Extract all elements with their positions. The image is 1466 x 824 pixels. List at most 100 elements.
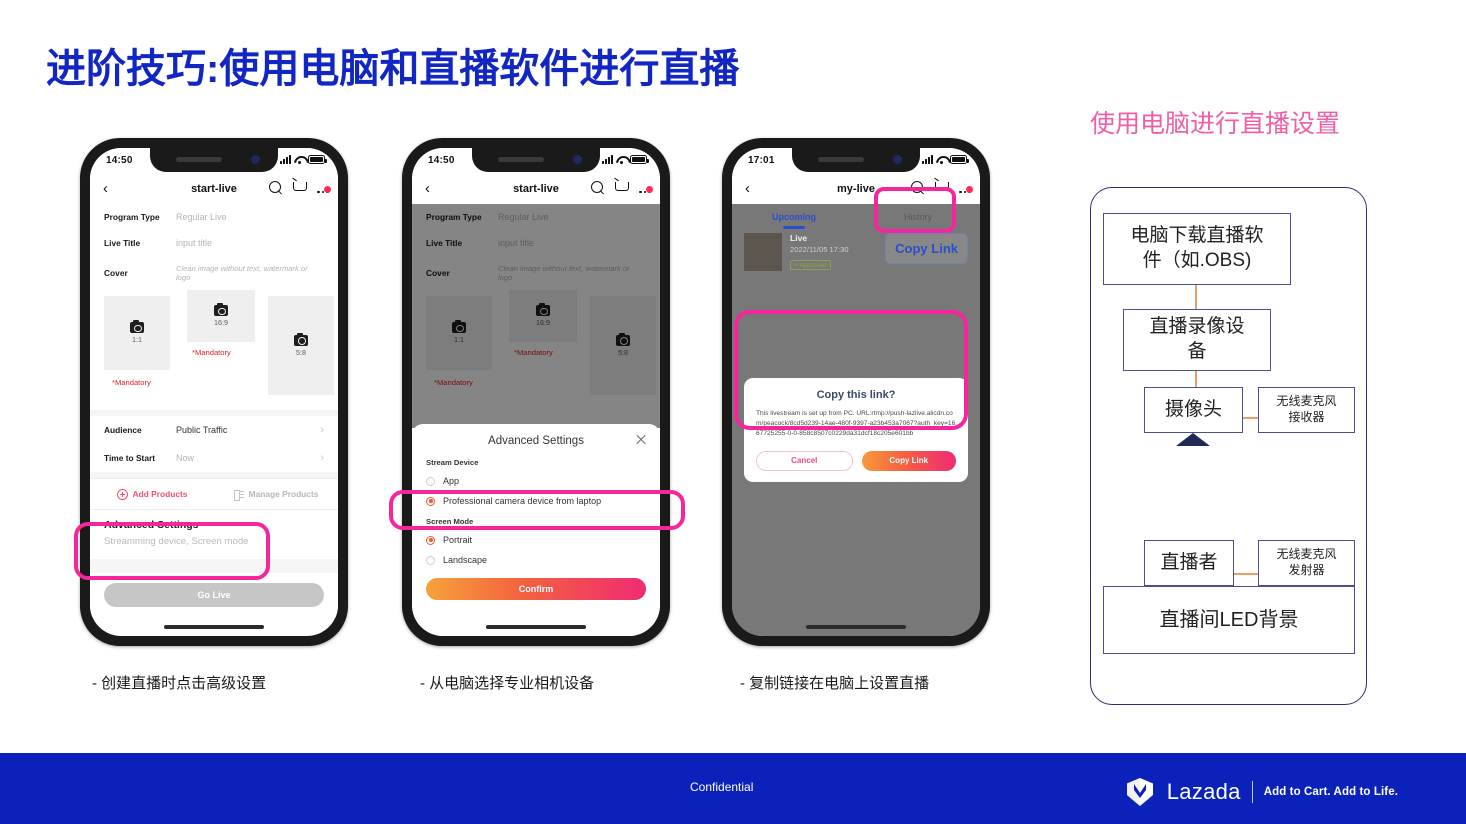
option-landscape[interactable]: Landscape <box>412 550 660 570</box>
nav-bar-3: ‹ my-live <box>732 174 980 204</box>
chevron-right-icon: › <box>320 424 324 436</box>
page-title: 进阶技巧:使用电脑和直播软件进行直播 <box>46 47 740 91</box>
go-live-button[interactable]: Go Live <box>104 583 324 607</box>
front-camera-icon <box>893 155 902 164</box>
copy-link-dialog: Copy this link? This livestream is set u… <box>744 378 968 482</box>
home-indicator <box>164 625 264 629</box>
search-icon[interactable] <box>911 181 925 195</box>
live-thumbnail <box>744 233 782 271</box>
confidential-label: Confidential <box>690 780 754 794</box>
triangle-marker <box>1176 433 1210 446</box>
form-row-live-title[interactable]: Live Title input title <box>90 230 338 256</box>
back-icon[interactable]: ‹ <box>745 180 750 198</box>
back-icon[interactable]: ‹ <box>425 180 430 198</box>
camera-icon <box>214 303 228 316</box>
wifi-icon <box>936 155 947 164</box>
copy-link-confirm-button[interactable]: Copy Link <box>861 450 956 471</box>
mandatory-label: *Mandatory <box>112 378 151 387</box>
cover-1-1[interactable]: 1:1 <box>104 296 170 370</box>
mandatory-label: *Mandatory <box>192 348 231 357</box>
diagram-node-mic-receiver: 无线麦克风 接收器 <box>1258 387 1355 433</box>
group-label-stream-device: Stream Device <box>426 458 479 467</box>
phone-1-screen: 14:50 ‹ start-live Program Type Regular … <box>90 148 338 636</box>
form-body-1: Program Type Regular Live Live Title inp… <box>90 204 338 617</box>
more-icon[interactable] <box>639 185 653 194</box>
cart-icon[interactable] <box>935 181 950 195</box>
node-label: 无线麦克风 接收器 <box>1276 394 1337 424</box>
label: Live Title <box>104 238 141 248</box>
chevron-right-icon: › <box>320 452 324 464</box>
cover-5-8[interactable]: 5:8 <box>268 296 334 395</box>
tab-upcoming[interactable]: Upcoming <box>732 212 856 229</box>
battery-icon <box>630 155 649 164</box>
confirm-button[interactable]: Confirm <box>426 578 646 600</box>
add-products-button[interactable]: Add Products <box>90 479 214 509</box>
option-label: Portrait <box>443 535 473 545</box>
form-row-time-to-start[interactable]: Time to Start Now › <box>90 444 338 472</box>
caption-2: - 从电脑选择专业相机设备 <box>420 675 595 692</box>
diagram-node-streamer: 直播者 <box>1144 540 1234 586</box>
signal-icon <box>602 155 613 164</box>
more-icon[interactable] <box>317 185 331 194</box>
node-label: 摄像头 <box>1164 398 1222 420</box>
diagram-title: 使用电脑进行直播设置 <box>1090 110 1341 138</box>
advanced-settings-title: Advanced Settings <box>104 519 199 531</box>
option-app[interactable]: App <box>412 471 660 491</box>
search-icon[interactable] <box>591 181 605 195</box>
camera-icon <box>130 320 144 333</box>
dialog-actions: Cancel Copy Link <box>756 450 956 471</box>
option-pro-camera[interactable]: Professional camera device from laptop <box>412 491 660 511</box>
notification-badge <box>966 185 973 193</box>
search-icon[interactable] <box>269 181 283 195</box>
status-icons <box>922 155 969 164</box>
option-label: Professional camera device from laptop <box>443 496 602 506</box>
phone-mockup-3: 17:01 ‹ my-live Upcoming History Live 20… <box>722 138 990 646</box>
advanced-settings-entry[interactable]: Advanced Settings Streamming device, Scr… <box>90 510 338 559</box>
cart-icon[interactable] <box>615 181 630 195</box>
copy-link-button[interactable]: Copy Link <box>885 233 968 264</box>
brand-lockup: Lazada Add to Cart. Add to Life. <box>1124 777 1398 807</box>
brand-name: Lazada <box>1166 779 1241 804</box>
live-title: Live <box>790 233 808 243</box>
radio-icon-selected <box>426 496 435 506</box>
node-label: 直播间LED背景 <box>1159 609 1299 631</box>
group-label-screen-mode: Screen Mode <box>426 517 474 526</box>
node-label: 直播录像设 备 <box>1149 316 1245 362</box>
status-time: 14:50 <box>428 155 455 166</box>
battery-icon <box>308 155 327 164</box>
sheet-title: Advanced Settings <box>488 435 584 447</box>
label: Manage Products <box>248 489 319 499</box>
brand-divider <box>1251 781 1253 803</box>
speaker-icon <box>498 157 544 162</box>
status-time: 14:50 <box>106 155 133 166</box>
manage-products-button[interactable]: Manage Products <box>214 479 338 509</box>
tab-history[interactable]: History <box>856 212 980 229</box>
dialog-body: This livestream is set up from PC. URL:r… <box>756 410 956 438</box>
radio-icon <box>426 555 435 565</box>
value: Clean image without text, watermark or l… <box>176 264 308 282</box>
cover-uploads-1: 1:1 *Mandatory 16:9 *Mandatory 5:8 <box>90 290 338 410</box>
signal-icon <box>280 155 291 164</box>
more-icon[interactable] <box>959 185 973 194</box>
back-icon[interactable]: ‹ <box>103 180 108 198</box>
cart-icon[interactable] <box>293 181 308 195</box>
modal-backdrop[interactable] <box>412 204 660 428</box>
advanced-settings-sheet: Advanced Settings Stream Device App Prof… <box>412 424 660 636</box>
connector-n5-n6 <box>1234 573 1258 575</box>
form-row-program-type[interactable]: Program Type Regular Live <box>90 204 338 230</box>
value: Public Traffic <box>176 425 228 435</box>
lazada-logo-icon <box>1124 777 1156 807</box>
cover-16-9[interactable]: 16:9 <box>187 290 255 342</box>
form-row-audience[interactable]: Audience Public Traffic › <box>90 416 338 444</box>
notification-badge <box>324 185 331 193</box>
option-portrait[interactable]: Portrait <box>412 530 660 550</box>
value: Now <box>176 453 195 463</box>
cancel-button[interactable]: Cancel <box>756 450 853 471</box>
close-icon[interactable] <box>635 434 646 445</box>
form-row-cover[interactable]: Cover Clean image without text, watermar… <box>90 256 338 290</box>
node-label: 无线麦克风 发射器 <box>1276 547 1337 577</box>
camera-icon <box>294 332 308 346</box>
front-camera-icon <box>573 155 582 164</box>
signal-icon <box>922 155 933 164</box>
notch <box>472 148 600 172</box>
